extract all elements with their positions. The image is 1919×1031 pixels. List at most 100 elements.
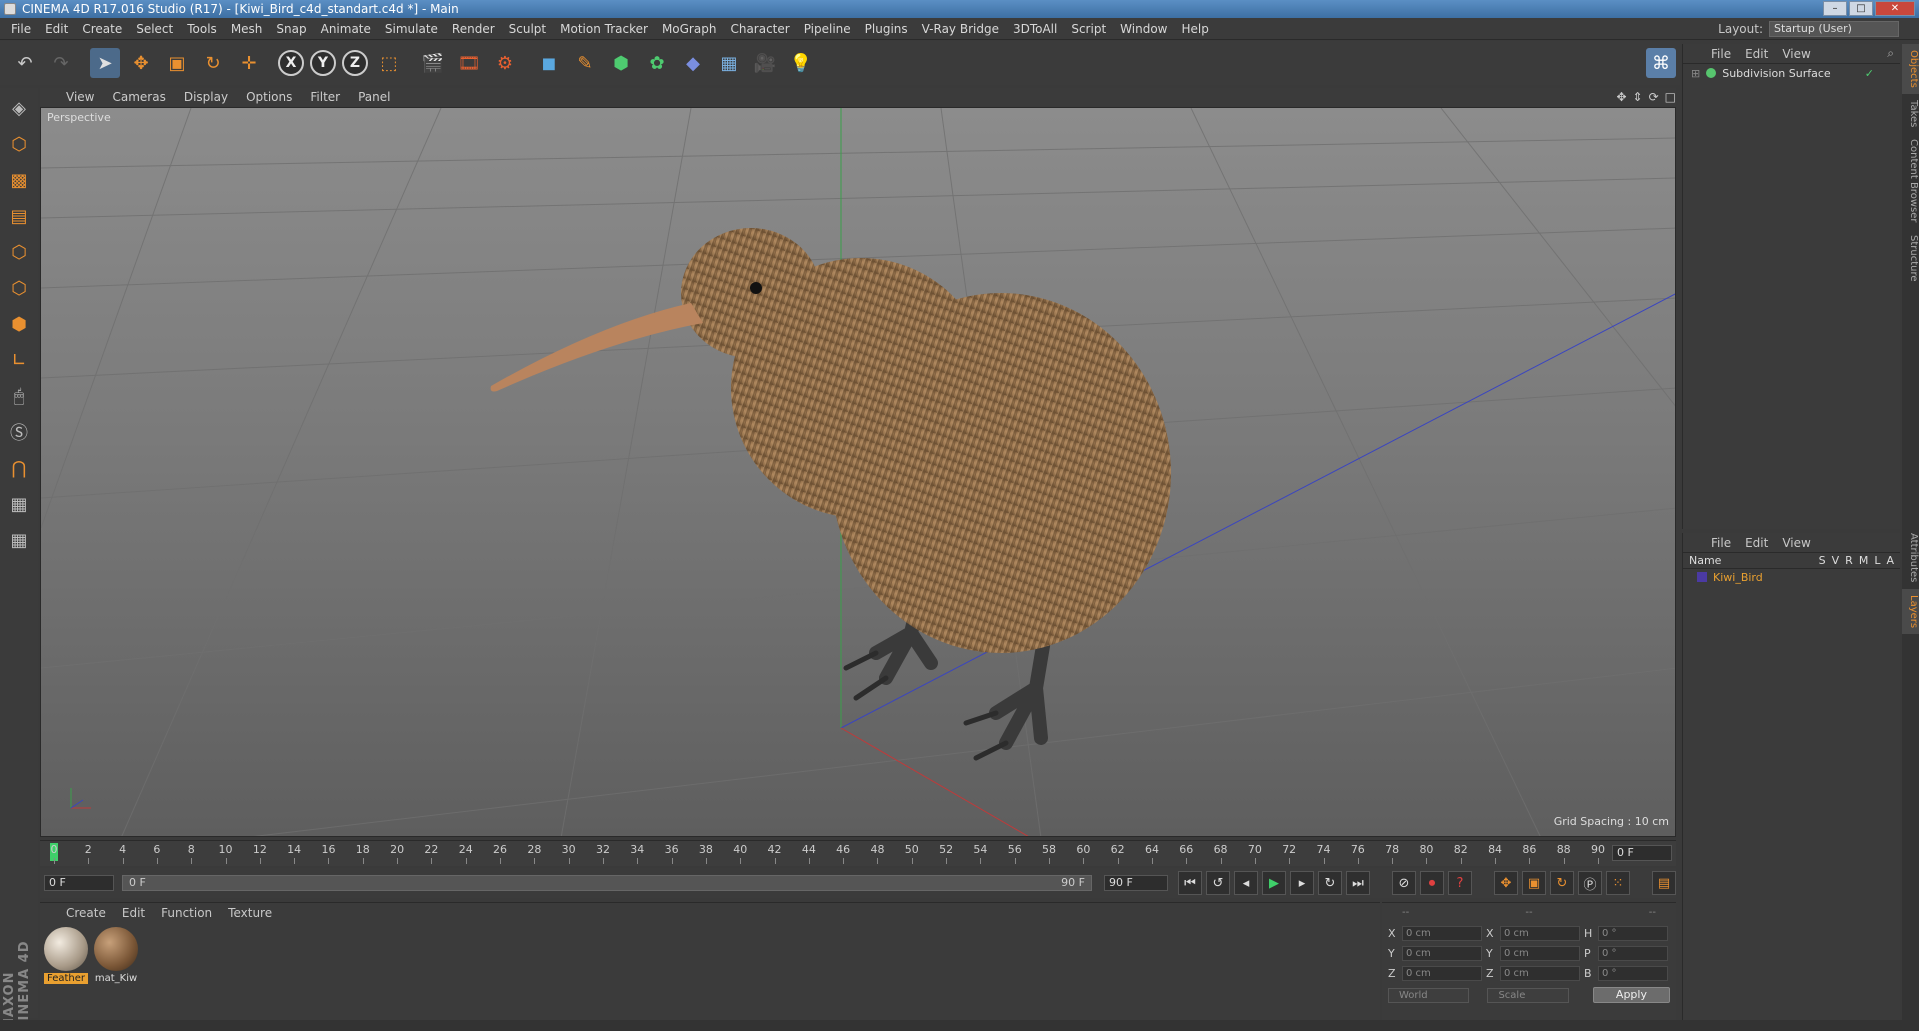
maximize-button[interactable]: □ [1849, 1, 1873, 16]
key-pla-icon[interactable]: ⁙ [1606, 871, 1630, 895]
menu-snap[interactable]: Snap [269, 22, 313, 36]
cube-primitive-icon[interactable]: ◼ [534, 48, 564, 78]
objects-menu-edit[interactable]: Edit [1745, 47, 1768, 61]
layers-menu-file[interactable]: File [1711, 536, 1731, 550]
key-scale-icon[interactable]: ▣ [1522, 871, 1546, 895]
menu-script[interactable]: Script [1064, 22, 1113, 36]
pos-z-field[interactable]: 0 cm [1402, 965, 1482, 981]
next-key-icon[interactable]: ↻ [1318, 871, 1342, 895]
autokey-off-icon[interactable]: ⊘ [1392, 871, 1416, 895]
orbit-icon[interactable]: ⟳ [1649, 90, 1659, 104]
tab-attributes[interactable]: Attributes [1902, 527, 1919, 588]
layer-name[interactable]: Kiwi_Bird [1713, 571, 1763, 584]
coordinate-mode-dropdown[interactable]: World [1388, 987, 1470, 1003]
dolly-icon[interactable]: ⇕ [1633, 90, 1643, 104]
viewport-menu-view[interactable]: View [66, 90, 94, 104]
enabled-check-icon[interactable]: ✓ [1865, 67, 1900, 80]
object-name[interactable]: Subdivision Surface [1722, 67, 1830, 80]
viewport-menu-cameras[interactable]: Cameras [112, 90, 165, 104]
layout-dropdown[interactable]: Startup (User) [1769, 21, 1899, 37]
menu-animate[interactable]: Animate [314, 22, 378, 36]
pan-icon[interactable]: ✥ [1616, 90, 1626, 104]
viewport-menu-filter[interactable]: Filter [310, 90, 340, 104]
viewport-menu-panel[interactable]: Panel [358, 90, 390, 104]
menu-pipeline[interactable]: Pipeline [797, 22, 858, 36]
planar-workplane-icon[interactable]: ▦ [3, 524, 35, 556]
search-icon[interactable]: ⌕ [1887, 46, 1900, 61]
polygons-mode-icon[interactable]: ⬢ [3, 308, 35, 340]
pen-spline-icon[interactable]: ✎ [570, 48, 600, 78]
size-x-field[interactable]: 0 cm [1500, 925, 1580, 941]
apply-button[interactable]: Apply [1592, 987, 1670, 1003]
minimize-button[interactable]: – [1823, 1, 1847, 16]
material-menu-create[interactable]: Create [66, 906, 106, 920]
render-settings-icon[interactable]: ⚙ [490, 48, 520, 78]
workplane-mode-icon[interactable]: ▤ [3, 200, 35, 232]
size-y-field[interactable]: 0 cm [1500, 945, 1580, 961]
axis-mode-icon[interactable]: ∟ [3, 344, 35, 376]
floor-icon[interactable]: ▦ [714, 48, 744, 78]
points-mode-icon[interactable]: ⬡ [3, 236, 35, 268]
object-row[interactable]: ⊞ Subdivision Surface ✓ [1683, 64, 1900, 82]
cloner-icon[interactable]: ✿ [642, 48, 672, 78]
live-selection-icon[interactable]: ✛ [234, 48, 264, 78]
end-frame-field[interactable]: 90 F [1104, 875, 1168, 891]
objects-menu-file[interactable]: File [1711, 47, 1731, 61]
make-editable-icon[interactable]: ◈ [3, 92, 35, 124]
next-frame-icon[interactable]: ▸ [1290, 871, 1314, 895]
menu-create[interactable]: Create [75, 22, 129, 36]
x-axis-lock-button[interactable]: X [278, 50, 304, 76]
timeline-ruler[interactable]: 0 2 4 6 8 10 12 14 16 18 20 22 24 26 28 30 32 34 36 38 40 42 4… [40, 840, 1676, 866]
menu-sculpt[interactable]: Sculpt [502, 22, 553, 36]
menu-edit[interactable]: Edit [38, 22, 75, 36]
go-to-start-icon[interactable]: ⏮ [1178, 871, 1202, 895]
play-icon[interactable]: ▶ [1262, 871, 1286, 895]
select-pointer-icon[interactable]: ➤ [90, 48, 120, 78]
viewport-menu-display[interactable]: Display [184, 90, 228, 104]
menu-tools[interactable]: Tools [180, 22, 224, 36]
material-menu-function[interactable]: Function [161, 906, 212, 920]
tab-structure[interactable]: Structure [1902, 229, 1919, 288]
layers-menu-view[interactable]: View [1782, 536, 1810, 550]
preview-range-slider[interactable]: 0 F 90 F [122, 875, 1092, 891]
material-menu-texture[interactable]: Texture [228, 906, 272, 920]
menu-file[interactable]: File [4, 22, 38, 36]
snap-icon[interactable]: Ⓢ [3, 416, 35, 448]
timeline-window-icon[interactable]: ▤ [1652, 871, 1676, 895]
deformer-icon[interactable]: ◆ [678, 48, 708, 78]
layer-color-swatch[interactable] [1697, 572, 1707, 582]
rot-b-field[interactable]: 0 ° [1598, 965, 1668, 981]
record-icon[interactable]: ⏺ [1420, 871, 1444, 895]
move-tool-icon[interactable]: ✥ [126, 48, 156, 78]
menu-window[interactable]: Window [1113, 22, 1174, 36]
render-to-picture-viewer-icon[interactable]: 🎞 [454, 48, 484, 78]
tab-layers[interactable]: Layers [1902, 588, 1919, 634]
coordinate-system-icon[interactable]: ⬚ [374, 48, 404, 78]
subdivision-surface-icon[interactable]: ⬢ [606, 48, 636, 78]
edges-mode-icon[interactable]: ⬡ [3, 272, 35, 304]
size-z-field[interactable]: 0 cm [1500, 965, 1580, 981]
material-menu-edit[interactable]: Edit [122, 906, 145, 920]
menu-mograph[interactable]: MoGraph [655, 22, 724, 36]
menu-vray-bridge[interactable]: V-Ray Bridge [915, 22, 1006, 36]
tweak-mode-icon[interactable]: 🖱 [3, 380, 35, 412]
objects-menu-view[interactable]: View [1782, 47, 1810, 61]
previous-key-icon[interactable]: ↺ [1206, 871, 1230, 895]
current-frame-field[interactable]: 0 F [1612, 845, 1672, 861]
tab-content-browser[interactable]: Content Browser [1902, 133, 1919, 228]
autokey-icon[interactable]: ? [1448, 871, 1472, 895]
magnet-icon[interactable]: ⋂ [3, 452, 35, 484]
lock-workplane-icon[interactable]: ▦ [3, 488, 35, 520]
redo-icon[interactable]: ↷ [46, 48, 76, 78]
y-axis-lock-button[interactable]: Y [310, 50, 336, 76]
undo-icon[interactable]: ↶ [10, 48, 40, 78]
menu-motion-tracker[interactable]: Motion Tracker [553, 22, 655, 36]
menu-help[interactable]: Help [1174, 22, 1215, 36]
start-frame-field[interactable]: 0 F [44, 875, 114, 891]
python-icon[interactable]: ⌘ [1646, 48, 1676, 78]
rot-h-field[interactable]: 0 ° [1598, 925, 1668, 941]
render-view-icon[interactable]: 🎬 [418, 48, 448, 78]
menu-select[interactable]: Select [129, 22, 180, 36]
menu-3dtoall[interactable]: 3DToAll [1006, 22, 1064, 36]
material-mat-kiw[interactable]: mat_Kiw [94, 927, 138, 984]
